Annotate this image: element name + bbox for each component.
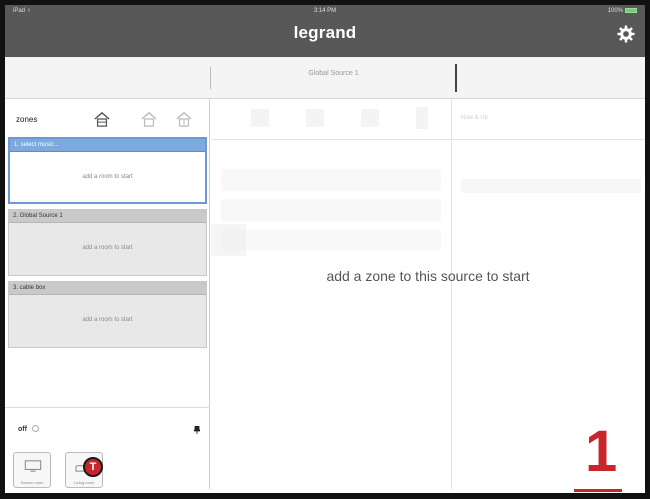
ghost-row — [221, 229, 441, 251]
empty-state-message: add a zone to this source to start — [326, 268, 530, 284]
zone-prompt: add a room to start — [82, 245, 133, 251]
ghost-thumbnail — [211, 224, 246, 256]
home-icon[interactable] — [140, 111, 158, 127]
zone-prompt: add a room to start — [10, 152, 205, 202]
zone-controls: off Source room Living room — [5, 407, 210, 488]
tv-icon — [24, 460, 42, 472]
home-icon[interactable] — [93, 111, 111, 127]
ghost-icon — [361, 109, 379, 127]
step-underline — [574, 489, 622, 492]
ghost-divider — [451, 99, 452, 489]
power-toggle-icon[interactable] — [32, 425, 39, 432]
source-tab-current[interactable]: Global Source 1 — [210, 70, 457, 77]
t-badge-icon: T — [83, 457, 103, 477]
device-tile-source[interactable]: Source room — [13, 452, 51, 488]
status-battery: 100% — [608, 8, 637, 14]
ghost-field — [461, 179, 641, 193]
zone-prompt: add a room to start — [82, 317, 133, 323]
device-label: Living room — [73, 480, 95, 485]
ghost-divider — [211, 139, 645, 140]
power-state-label: off — [18, 426, 27, 433]
step-annotation: 1 — [585, 419, 618, 484]
gear-icon[interactable] — [617, 25, 635, 43]
ghost-icon — [306, 109, 324, 127]
zone-name: 2. Global Source 1 — [9, 210, 206, 223]
ghost-row — [221, 199, 441, 221]
app-header: iPad ♀ 3:14 PM 100% legrand — [5, 5, 645, 57]
ghost-icon — [251, 109, 269, 127]
zones-title: zones — [16, 115, 38, 124]
app-title: legrand — [293, 23, 357, 42]
pin-icon[interactable] — [194, 426, 200, 434]
home-icon[interactable] — [175, 111, 193, 127]
battery-icon — [625, 8, 637, 13]
ghost-tab-label: Now & Up — [461, 115, 489, 121]
battery-percent: 100% — [607, 8, 623, 15]
source-scroll-marker — [455, 64, 457, 92]
source-selector[interactable]: Global Source 1 — [5, 57, 645, 99]
ghost-icon — [416, 107, 428, 129]
device-label: Source room — [20, 480, 44, 485]
zone-card-3[interactable]: 3. cable box add a room to start — [8, 281, 207, 348]
zone-card-2[interactable]: 2. Global Source 1 add a room to start — [8, 209, 207, 276]
ghost-row — [221, 169, 441, 191]
zones-header: zones — [5, 99, 210, 135]
zone-name: 3. cable box — [9, 282, 206, 295]
app-frame: iPad ♀ 3:14 PM 100% legrand Global Sourc… — [0, 0, 650, 499]
status-time: 3:14 PM — [313, 8, 337, 14]
zone-name: 1. select music... — [10, 139, 205, 152]
source-content-area: Now & Up — [211, 99, 645, 489]
zone-card-1[interactable]: 1. select music... add a room to start — [8, 137, 207, 204]
